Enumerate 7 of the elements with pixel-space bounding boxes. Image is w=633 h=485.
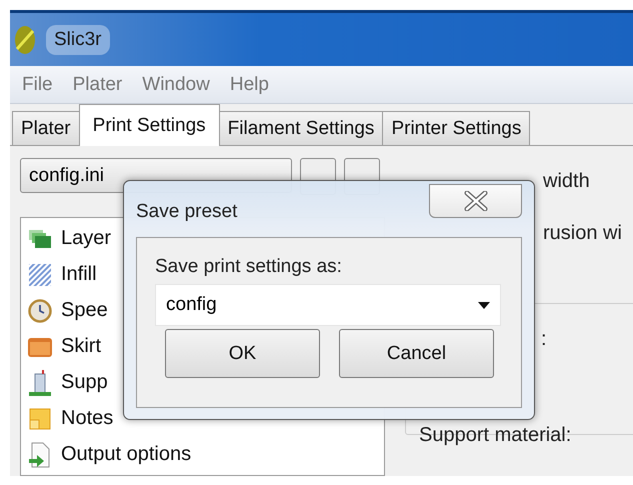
option-label: : xyxy=(541,328,547,351)
option-label: rusion wi xyxy=(543,222,622,245)
dialog-title: Save preset xyxy=(136,201,238,224)
option-label: Support material: xyxy=(419,424,572,447)
window-title: Slic3r xyxy=(46,24,110,54)
prompt-label: Save print settings as: xyxy=(155,256,343,278)
option-label: width xyxy=(543,170,590,193)
